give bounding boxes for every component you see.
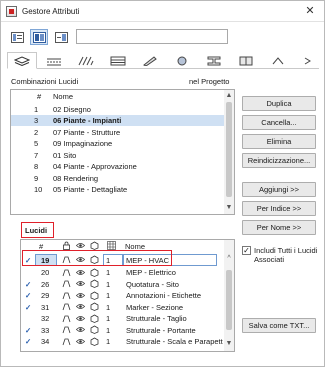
eye-icon[interactable]: [75, 337, 86, 348]
view-dual-pane-icon[interactable]: [30, 29, 48, 45]
title-bar: Gestore Attributi ✕: [1, 1, 324, 22]
lock-icon[interactable]: [62, 279, 71, 290]
combinations-header: # Nome: [11, 90, 234, 102]
layers-label-highlight: [21, 222, 54, 238]
num-column-header[interactable]: #: [37, 92, 41, 101]
window-title: Gestore Attributi: [22, 7, 80, 16]
scroll-up-icon[interactable]: ^: [224, 254, 234, 264]
tab-profiles[interactable]: [199, 52, 229, 69]
tab-markup[interactable]: [263, 52, 293, 69]
lock-icon[interactable]: [62, 314, 71, 325]
combination-row[interactable]: 10 05 Piante - Dettagliate: [11, 184, 234, 196]
lock-icon[interactable]: [62, 302, 71, 313]
scroll-up-icon[interactable]: ▲: [224, 91, 234, 101]
tab-pens[interactable]: [135, 52, 165, 69]
combinations-list[interactable]: # Nome 1 02 Disegno 3 06 Piante - Impian…: [10, 89, 235, 215]
eye-icon[interactable]: [75, 279, 86, 290]
solid-icon[interactable]: [90, 291, 99, 302]
combinations-scrollbar[interactable]: ▲ ▼: [224, 90, 234, 214]
layers-scrollbar[interactable]: ^ ▼: [224, 240, 234, 351]
scroll-down-icon[interactable]: ▼: [224, 339, 234, 349]
layer-row[interactable]: ✓ 31 1 Marker - Sezione: [21, 301, 234, 313]
duplica-button[interactable]: Duplica: [242, 96, 316, 111]
elimina-button[interactable]: Elimina: [242, 134, 316, 149]
tab-fills[interactable]: [71, 52, 101, 69]
scroll-down-icon[interactable]: ▼: [224, 203, 234, 213]
solid-icon[interactable]: [90, 279, 99, 290]
layer-row[interactable]: ✓ 34 1 Strutturale - Scala e Parapett: [21, 336, 234, 348]
solid-icon[interactable]: [90, 325, 99, 336]
combination-row[interactable]: 5 09 Impaginazione: [11, 138, 234, 150]
attribute-tab-strip: [7, 52, 319, 69]
combination-row[interactable]: 7 01 Sito: [11, 149, 234, 161]
include-all-label: Includi Tutti i Lucidi Associati: [254, 246, 318, 264]
combination-row[interactable]: 9 08 Rendering: [11, 172, 234, 184]
name-column-header[interactable]: Nome: [53, 92, 73, 101]
tab-more-icon[interactable]: [295, 52, 319, 69]
view-import-icon[interactable]: [52, 29, 70, 45]
layer-row[interactable]: ✓ 33 1 Strutturale - Portante: [21, 324, 234, 336]
lock-icon[interactable]: [62, 325, 71, 336]
layer-row[interactable]: 32 1 Strutturale - Taglio: [21, 313, 234, 325]
tab-zones[interactable]: [231, 52, 261, 69]
layer-row[interactable]: ✓ 29 1 Annotazioni - Etichette: [21, 290, 234, 302]
attribute-manager-window: Gestore Attributi ✕ Combinazioni Lucidi …: [0, 0, 325, 367]
in-project-label: nel Progetto: [189, 77, 230, 86]
include-all-checkbox[interactable]: ✓: [242, 246, 251, 255]
reindicizzazione-button[interactable]: Reindicizzazione...: [242, 153, 316, 168]
tab-surfaces[interactable]: [167, 52, 197, 69]
view-list-icon[interactable]: [8, 29, 26, 45]
solid-icon[interactable]: [90, 314, 99, 325]
combination-row[interactable]: 3 06 Piante - Impianti: [11, 114, 234, 126]
eye-icon[interactable]: [75, 302, 86, 313]
editing-row-highlight: [22, 250, 172, 266]
combination-row[interactable]: 8 04 Piante - Approvazione: [11, 161, 234, 173]
lock-icon[interactable]: [62, 337, 71, 348]
solid-icon[interactable]: [90, 268, 99, 279]
salva-txt-button[interactable]: Salva come TXT...: [242, 318, 316, 333]
solid-icon[interactable]: [90, 302, 99, 313]
tab-composites[interactable]: [103, 52, 133, 69]
layer-row[interactable]: 20 1 MEP - Elettrico: [21, 267, 234, 279]
per-nome-button[interactable]: Per Nome >>: [242, 220, 316, 235]
eye-icon[interactable]: [75, 314, 86, 325]
cancella-button[interactable]: Cancella...: [242, 115, 316, 130]
lock-icon[interactable]: [62, 291, 71, 302]
tab-lines[interactable]: [39, 52, 69, 69]
lock-icon[interactable]: [62, 268, 71, 279]
close-icon[interactable]: ✕: [301, 4, 319, 19]
per-indice-button[interactable]: Per Indice >>: [242, 201, 316, 216]
eye-icon[interactable]: [75, 325, 86, 336]
eye-icon[interactable]: [75, 268, 86, 279]
tab-layers[interactable]: [7, 52, 37, 69]
combination-row[interactable]: 2 07 Piante - Strutture: [11, 126, 234, 138]
solid-icon[interactable]: [90, 337, 99, 348]
aggiungi-button[interactable]: Aggiungi >>: [242, 182, 316, 197]
scroll-thumb[interactable]: [226, 102, 232, 197]
search-input[interactable]: [76, 29, 228, 44]
combination-row[interactable]: 1 02 Disegno: [11, 103, 234, 115]
eye-icon[interactable]: [75, 291, 86, 302]
app-icon: [6, 6, 17, 17]
combinations-label: Combinazioni Lucidi: [11, 77, 79, 86]
scroll-thumb[interactable]: [226, 270, 232, 330]
layer-row[interactable]: ✓ 26 1 Quotatura - Sito: [21, 278, 234, 290]
